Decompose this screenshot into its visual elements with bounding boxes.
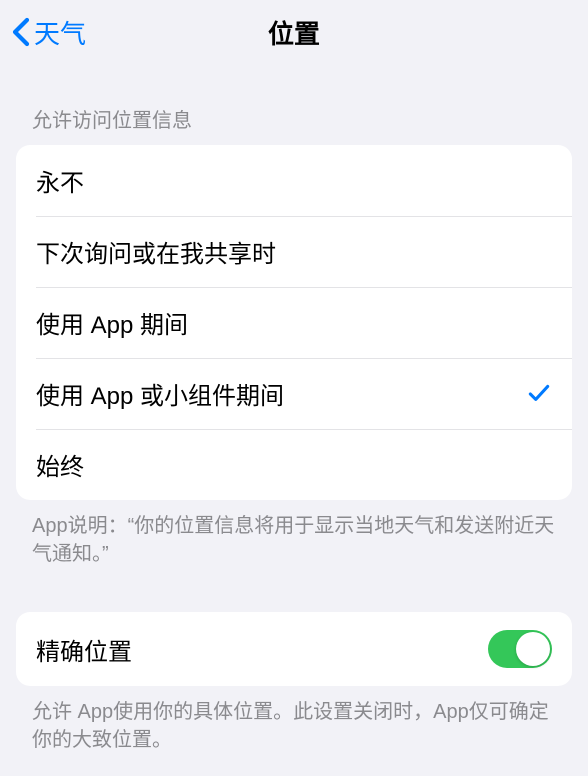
location-option-never[interactable]: 永不 <box>16 145 572 216</box>
toggle-knob <box>516 632 550 666</box>
location-option-while-using-app[interactable]: 使用 App 期间 <box>16 287 572 358</box>
precise-location-group: 精确位置 <box>16 612 572 686</box>
location-option-always[interactable]: 始终 <box>16 429 572 500</box>
back-button[interactable]: 天气 <box>8 10 90 55</box>
location-access-footer: App说明：“你的位置信息将用于显示当地天气和发送附近天气通知。” <box>0 500 588 568</box>
chevron-left-icon <box>12 17 30 47</box>
precise-location-footer: 允许 App使用你的具体位置。此设置关闭时，App仅可确定你的大致位置。 <box>0 686 588 754</box>
location-access-header: 允许访问位置信息 <box>0 64 588 145</box>
page-title: 位置 <box>268 14 320 51</box>
option-label: 使用 App 期间 <box>36 305 552 340</box>
nav-bar: 天气 位置 <box>0 0 588 64</box>
checkmark-icon <box>526 381 552 407</box>
back-label: 天气 <box>34 14 86 51</box>
option-label: 下次询问或在我共享时 <box>36 234 552 269</box>
precise-location-label: 精确位置 <box>36 632 488 667</box>
precise-location-row[interactable]: 精确位置 <box>16 612 572 686</box>
location-option-while-using-app-or-widgets[interactable]: 使用 App 或小组件期间 <box>16 358 572 429</box>
option-label: 始终 <box>36 447 552 482</box>
option-label: 使用 App 或小组件期间 <box>36 376 526 411</box>
location-access-group: 永不 下次询问或在我共享时 使用 App 期间 使用 App 或小组件期间 始终 <box>16 145 572 500</box>
option-label: 永不 <box>36 163 552 198</box>
precise-location-toggle[interactable] <box>488 630 552 668</box>
location-option-ask-next-time[interactable]: 下次询问或在我共享时 <box>16 216 572 287</box>
